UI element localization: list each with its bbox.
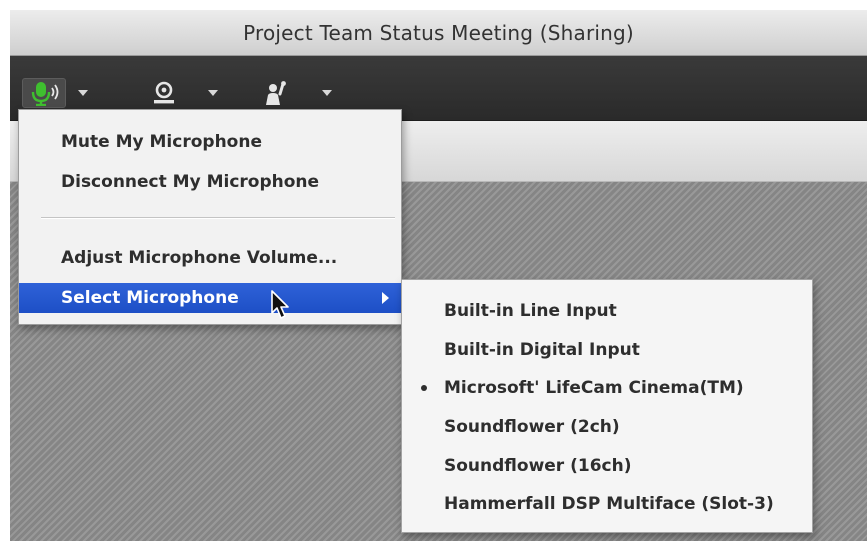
disconnect-microphone-item[interactable]: Disconnect My Microphone <box>19 167 401 197</box>
webcam-options-dropdown[interactable] <box>202 78 224 108</box>
microphone-option[interactable]: Soundflower (16ch) <box>402 449 812 483</box>
microphone-option-label: Hammerfall DSP Multiface (Slot-3) <box>444 494 774 514</box>
raise-hand-options-dropdown[interactable] <box>316 78 338 108</box>
select-microphone-item[interactable]: Select Microphone <box>19 283 401 313</box>
raise-hand-icon <box>266 81 286 105</box>
webcam-button[interactable] <box>142 78 186 108</box>
microphone-option-label: Microsoft' LifeCam Cinema(TM) <box>444 378 744 398</box>
window-title: Project Team Status Meeting (Sharing) <box>243 20 634 45</box>
disconnect-microphone-label: Disconnect My Microphone <box>61 172 320 192</box>
microphone-option-label: Built-in Digital Input <box>444 340 640 360</box>
microphone-option-selected[interactable]: Microsoft' LifeCam Cinema(TM) <box>402 371 812 405</box>
microphone-button[interactable] <box>22 78 66 108</box>
mute-microphone-item[interactable]: Mute My Microphone <box>19 127 401 157</box>
microphone-option[interactable]: Built-in Line Input <box>402 294 812 328</box>
microphone-option[interactable]: Hammerfall DSP Multiface (Slot-3) <box>402 487 812 521</box>
adjust-microphone-volume-label: Adjust Microphone Volume... <box>61 248 338 268</box>
microphone-icon <box>31 82 59 106</box>
microphone-option[interactable]: Soundflower (2ch) <box>402 410 812 444</box>
menu-separator <box>41 217 395 219</box>
mute-microphone-label: Mute My Microphone <box>61 132 262 152</box>
microphone-option-label: Soundflower (16ch) <box>444 456 632 476</box>
microphone-option-label: Built-in Line Input <box>444 301 617 321</box>
title-bar: Project Team Status Meeting (Sharing) <box>10 10 867 56</box>
mouse-pointer-icon <box>271 290 289 319</box>
submenu-arrow-icon <box>382 292 389 304</box>
microphone-option-label: Soundflower (2ch) <box>444 417 620 437</box>
microphone-options-dropdown[interactable] <box>72 78 94 108</box>
select-microphone-label: Select Microphone <box>61 288 239 308</box>
raise-hand-button[interactable] <box>254 78 298 108</box>
select-microphone-submenu: Built-in Line Input Built-in Digital Inp… <box>401 279 813 533</box>
microphone-option[interactable]: Built-in Digital Input <box>402 333 812 367</box>
selected-bullet-icon <box>421 385 427 391</box>
webcam-icon <box>154 81 174 104</box>
adjust-microphone-volume-item[interactable]: Adjust Microphone Volume... <box>19 243 401 273</box>
microphone-menu: Mute My Microphone Disconnect My Microph… <box>18 109 402 325</box>
